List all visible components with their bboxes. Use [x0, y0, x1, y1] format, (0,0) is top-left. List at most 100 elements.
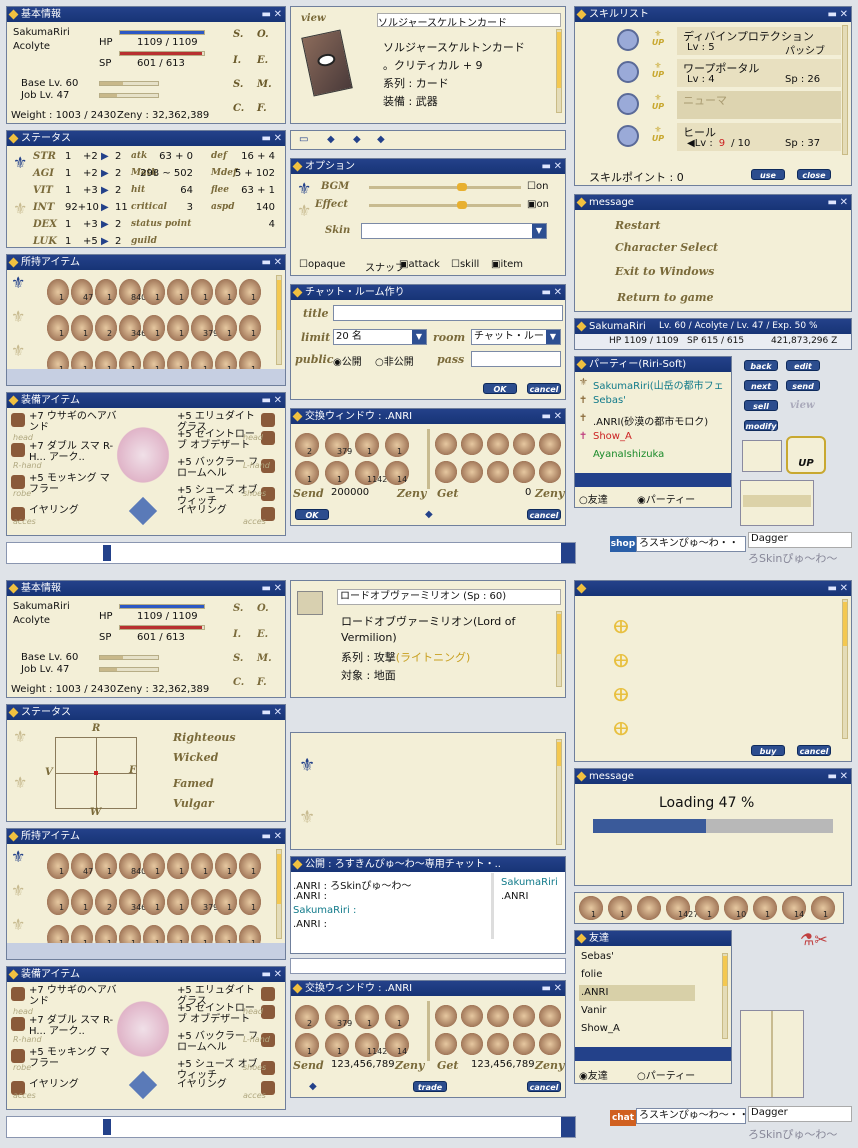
- trade-button[interactable]: trade: [413, 1081, 447, 1092]
- tab-c[interactable]: C.: [233, 103, 244, 114]
- buy-button[interactable]: buy: [751, 745, 785, 756]
- hotkey-slot[interactable]: 142791: [666, 896, 709, 920]
- inventory-item[interactable]: 1: [239, 853, 261, 879]
- equipment-title[interactable]: 装備アイテム ▬ ✕: [7, 967, 285, 982]
- inventory-item[interactable]: 1: [47, 279, 69, 305]
- tab-o[interactable]: O.: [257, 603, 269, 614]
- cancel-button[interactable]: cancel: [527, 509, 561, 520]
- chat-member[interactable]: SakumaRiri: [501, 877, 558, 888]
- book-icon[interactable]: ▭: [299, 134, 308, 145]
- inventory-item[interactable]: 346: [119, 315, 146, 341]
- close-icon[interactable]: ✕: [840, 7, 848, 22]
- stat-increase-icon[interactable]: ▶: [101, 219, 109, 230]
- friend-item[interactable]: Sebas': [581, 951, 614, 962]
- friend-item[interactable]: .ANRI: [581, 987, 608, 998]
- tab-s2[interactable]: S.: [233, 79, 243, 90]
- close-icon[interactable]: ✕: [274, 131, 282, 146]
- diamond-icon[interactable]: ◆: [327, 134, 335, 145]
- cancel-button[interactable]: cancel: [527, 1081, 561, 1092]
- inventory-item[interactable]: 1: [71, 889, 93, 915]
- chat-item[interactable]: Dagger: [748, 1106, 852, 1122]
- inventory-item[interactable]: 1: [47, 315, 69, 341]
- close-icon[interactable]: ✕: [840, 581, 848, 596]
- tab-m[interactable]: M.: [257, 79, 272, 90]
- chevron-down-icon[interactable]: ▼: [546, 330, 560, 344]
- trade-item[interactable]: 1: [355, 1005, 379, 1029]
- cancel-button[interactable]: cancel: [797, 745, 831, 756]
- public-chat-title[interactable]: 公開 : ろすきんぴゅ〜わ〜専用チャット・..: [291, 857, 565, 872]
- received-item[interactable]: [435, 461, 457, 483]
- option-title[interactable]: オプション ▬ ✕: [291, 159, 565, 174]
- skin-select[interactable]: ▼: [361, 223, 547, 239]
- inventory-item[interactable]: 1: [143, 279, 165, 305]
- received-item[interactable]: [435, 1005, 457, 1027]
- inventory-item[interactable]: 1: [167, 315, 189, 341]
- shop-buy-title[interactable]: ▬ ✕: [575, 581, 851, 596]
- trade-item[interactable]: 14: [385, 1033, 409, 1057]
- return-button[interactable]: Return to game: [617, 291, 714, 304]
- equipment-title[interactable]: 装備アイテム ▬ ✕: [7, 393, 285, 408]
- trade-item[interactable]: 379: [325, 433, 352, 457]
- basic-info-title[interactable]: 基本情報 ▬ ✕: [7, 7, 285, 22]
- stat-increase-icon[interactable]: ▶: [101, 185, 109, 196]
- skill-list-title[interactable]: スキルリスト ▬ ✕: [575, 7, 851, 22]
- inventory-item[interactable]: 1: [167, 889, 189, 915]
- skill-name[interactable]: ニューマ: [683, 92, 727, 108]
- inventory-item[interactable]: 1: [167, 279, 189, 305]
- inventory-item[interactable]: 1: [191, 853, 213, 879]
- empty-slot[interactable]: [742, 440, 782, 472]
- chevron-down-icon[interactable]: ▼: [412, 330, 426, 344]
- close-icon[interactable]: ✕: [274, 829, 282, 844]
- party-member[interactable]: .ANRI(砂漠の都市モロク): [593, 413, 708, 428]
- skill-checkbox[interactable]: ☐skill: [451, 259, 479, 270]
- close-icon[interactable]: ✕: [840, 769, 848, 784]
- room-select[interactable]: チャット・ルー ▼: [471, 329, 561, 345]
- equip-left-item[interactable]: +7 ダブル スマ R-H... アーク..: [29, 441, 119, 463]
- game-menu-title[interactable]: message ▬ ✕: [575, 195, 851, 210]
- restart-button[interactable]: Restart: [615, 219, 660, 232]
- hotkey-slot[interactable]: 1: [695, 896, 719, 920]
- effect-knob[interactable]: [457, 201, 467, 209]
- equip-right-item[interactable]: イヤリング: [177, 1079, 263, 1090]
- hotkey-slot[interactable]: 14: [782, 896, 806, 920]
- character-select-button[interactable]: Character Select: [615, 241, 718, 254]
- attack-checkbox[interactable]: ▣attack: [399, 259, 440, 270]
- close-icon[interactable]: ✕: [274, 393, 282, 408]
- tab-s[interactable]: S.: [233, 29, 243, 40]
- equip-right-item[interactable]: イヤリング: [177, 505, 263, 516]
- close-icon[interactable]: ✕: [554, 409, 562, 424]
- trade-item[interactable]: 1: [295, 1033, 319, 1057]
- item-checkbox[interactable]: ▣item: [491, 259, 523, 270]
- friends-radio[interactable]: ○友達: [579, 491, 608, 506]
- equip-left-item[interactable]: +5 モッキング マフラー: [29, 1047, 119, 1069]
- inventory-item[interactable]: 1: [95, 853, 117, 879]
- inventory-item[interactable]: 1: [47, 853, 69, 879]
- tab-f[interactable]: F.: [257, 103, 267, 114]
- hotkey-slot[interactable]: [637, 896, 661, 920]
- pass-input[interactable]: [471, 351, 561, 367]
- party-radio[interactable]: ○パーティー: [637, 1067, 695, 1082]
- chat-input-bar-2[interactable]: [6, 1116, 576, 1138]
- skill-up-button[interactable]: ⚜ UP: [651, 93, 665, 111]
- trade-item[interactable]: 1: [295, 461, 319, 485]
- hotkey-slot[interactable]: 10: [724, 896, 748, 920]
- hotkey-slot[interactable]: 1: [753, 896, 777, 920]
- tab-o[interactable]: O.: [257, 29, 269, 40]
- private-radio[interactable]: ○非公開: [375, 353, 414, 368]
- trade-item[interactable]: 1142: [355, 1033, 387, 1057]
- received-item[interactable]: [513, 433, 535, 455]
- friend-item[interactable]: Vanir: [581, 1005, 606, 1016]
- party-member[interactable]: Sebas': [593, 395, 626, 406]
- friend-item[interactable]: Show_A: [581, 1023, 620, 1034]
- close-icon[interactable]: ✕: [274, 705, 282, 720]
- close-icon[interactable]: ✕: [274, 967, 282, 982]
- party-title[interactable]: パーティー(Riri-Soft): [575, 357, 731, 372]
- received-item[interactable]: [435, 433, 457, 455]
- inventory-item[interactable]: 379: [191, 315, 218, 341]
- tab-f[interactable]: F.: [257, 677, 267, 688]
- shop-title-input[interactable]: ろスキンぴゅ〜わ・・: [636, 536, 746, 552]
- close-button[interactable]: close: [797, 169, 831, 180]
- basic-info-title[interactable]: 基本情報 ▬ ✕: [7, 581, 285, 596]
- stat-increase-icon[interactable]: ▶: [101, 151, 109, 162]
- stat-increase-icon[interactable]: ▶: [101, 168, 109, 179]
